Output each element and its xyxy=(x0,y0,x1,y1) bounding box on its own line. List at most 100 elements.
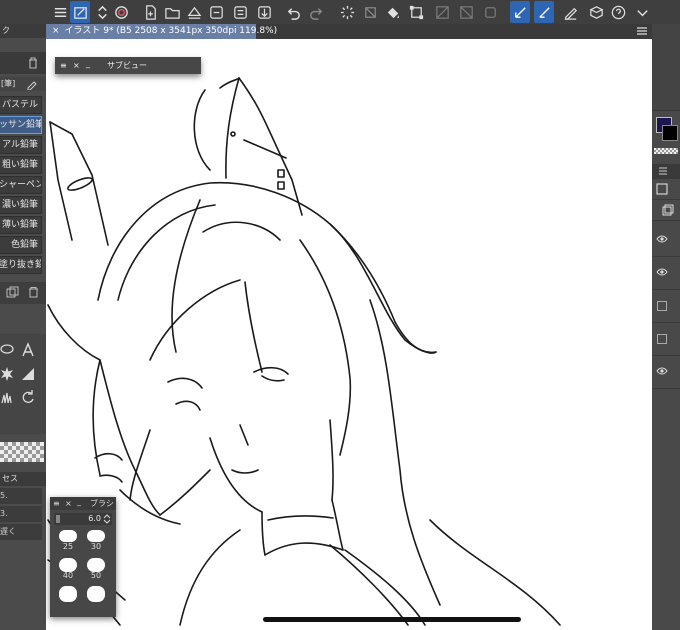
brush-size-slider-fill xyxy=(56,515,60,523)
tab-menu-icon[interactable] xyxy=(636,25,648,37)
open-folder-icon[interactable] xyxy=(162,1,182,23)
sub-tool-item[interactable]: 色鉛筆 xyxy=(0,236,42,254)
new-file-icon[interactable] xyxy=(140,1,160,23)
transparent-swatch[interactable] xyxy=(654,148,678,154)
loading-icon[interactable] xyxy=(337,1,357,23)
brush-size-title: ブラシ xyxy=(90,499,114,508)
ruler-tool-icon[interactable] xyxy=(510,1,530,23)
sub-tool-item[interactable]: アル鉛筆 xyxy=(0,136,42,154)
subview-menu-button[interactable]: ≡ xyxy=(60,57,67,74)
visibility-checkbox[interactable] xyxy=(657,334,667,344)
stop-icon[interactable] xyxy=(480,1,500,23)
brush-size-preset[interactable]: 60 xyxy=(54,586,82,613)
subview-minimize-button[interactable]: _ xyxy=(86,55,90,72)
right-panel xyxy=(652,24,680,630)
lasso-icon[interactable] xyxy=(0,342,14,358)
brush-size-dot xyxy=(87,530,105,542)
undo-icon[interactable] xyxy=(283,1,303,23)
layer-row[interactable] xyxy=(652,290,680,323)
collapse-icon[interactable] xyxy=(632,1,652,23)
layer-stack-icon[interactable] xyxy=(662,204,674,216)
sub-tool-header xyxy=(0,52,46,74)
layer-row[interactable] xyxy=(652,323,680,356)
reorder-icon[interactable] xyxy=(92,1,112,23)
stepper-icon[interactable] xyxy=(103,514,111,524)
visibility-checkbox[interactable] xyxy=(657,301,667,311)
burst-icon[interactable] xyxy=(0,366,14,382)
spiral-icon[interactable] xyxy=(111,1,131,23)
visibility-eye-icon[interactable] xyxy=(656,234,668,244)
pencil-tab-icon[interactable] xyxy=(26,78,38,90)
sub-tool-item[interactable]: 塗り抜き鉛筆 xyxy=(0,256,42,274)
sub-tool-item[interactable]: ッサン鉛筆 xyxy=(0,116,42,134)
gradient-tool-icon[interactable] xyxy=(20,366,36,382)
brush-size-dot xyxy=(87,586,105,602)
sub-tool-item[interactable]: 濃い鉛筆 xyxy=(0,196,42,214)
layer-row[interactable] xyxy=(652,224,680,257)
close-tab-button[interactable]: × xyxy=(52,26,60,36)
sub-tool-tabs: [筆] xyxy=(0,77,46,91)
document-tab-title: イラスト 9* (B5 2508 x 3541px 350dpi 119.8%) xyxy=(64,26,278,36)
delete-icon[interactable] xyxy=(27,286,40,299)
export-alt-icon[interactable] xyxy=(230,1,250,23)
menu-icon[interactable] xyxy=(50,1,70,23)
brush-size-menu-button[interactable]: ≡ xyxy=(53,497,60,510)
ruler-alt-icon[interactable] xyxy=(534,1,554,23)
sub-tool-item[interactable]: 薄い鉛筆 xyxy=(0,216,42,234)
property-row[interactable]: 遅く xyxy=(0,524,42,540)
sub-tool-tab-label[interactable]: [筆] xyxy=(1,77,15,91)
brush-size-dot xyxy=(59,530,77,542)
sub-tool-item[interactable]: パステル xyxy=(0,96,42,114)
subview-close-button[interactable]: × xyxy=(73,57,80,74)
brush-size-palette: ≡ × _ ブラシ 6.0 25 30 40 50 60 70 xyxy=(50,497,116,617)
brush-size-close-button[interactable]: × xyxy=(65,497,72,510)
document-tab[interactable]: × イラスト 9* (B5 2508 x 3541px 350dpi 119.8%… xyxy=(46,24,277,39)
visibility-eye-icon[interactable] xyxy=(656,267,668,277)
layer-row[interactable] xyxy=(652,356,680,389)
grass-brush-icon[interactable] xyxy=(0,389,14,405)
brush-size-preset[interactable]: 25 xyxy=(54,528,82,555)
fill-icon[interactable] xyxy=(383,1,403,23)
tool-property-header: セス xyxy=(0,472,46,486)
export-file-icon[interactable] xyxy=(254,1,274,23)
sub-tool-item[interactable]: 粗い鉛筆 xyxy=(0,156,42,174)
brush-size-preset[interactable]: 40 xyxy=(54,557,82,584)
text-tool-icon[interactable] xyxy=(20,342,36,358)
clear-icon[interactable] xyxy=(360,1,380,23)
property-value: 遅く xyxy=(0,527,16,536)
sketch-drawing xyxy=(47,77,561,626)
transparent-color-swatch[interactable] xyxy=(0,442,44,462)
trash-icon[interactable] xyxy=(26,56,40,70)
brush-size-preset[interactable]: 70 xyxy=(82,586,110,613)
brush-size-minimize-button[interactable]: _ xyxy=(77,495,81,508)
left-panel: ク [筆] パステル ッサン鉛筆 アル鉛筆 粗い鉛筆 シャーペン 濃い鉛筆 薄い鉛筆 色鉛筆塗… xyxy=(0,24,46,630)
rotate-icon[interactable] xyxy=(20,389,36,405)
transform-icon[interactable] xyxy=(406,1,426,23)
pen-tool-icon[interactable] xyxy=(560,1,580,23)
color-panel xyxy=(652,24,680,111)
redo-icon[interactable] xyxy=(306,1,326,23)
brush-size-label: 30 xyxy=(90,542,102,551)
subview-palette[interactable]: ≡ × _ サブビュー xyxy=(55,57,201,74)
no-selection-icon[interactable] xyxy=(432,1,452,23)
property-row[interactable]: 5. xyxy=(0,488,42,504)
property-row[interactable]: 3. xyxy=(0,506,42,522)
layer-box-icon[interactable] xyxy=(586,1,606,23)
duplicate-icon[interactable] xyxy=(6,286,19,299)
new-layer-icon[interactable] xyxy=(656,183,668,195)
command-bar xyxy=(0,0,680,24)
brush-size-preset[interactable]: 30 xyxy=(82,528,110,555)
brush-size-slider[interactable]: 6.0 xyxy=(54,513,112,525)
canvas-icon[interactable] xyxy=(70,1,90,23)
sub-tool-item[interactable]: シャーペン xyxy=(0,176,42,194)
brush-size-preset[interactable]: 50 xyxy=(82,557,110,584)
save-icon[interactable] xyxy=(184,1,204,23)
menu-icon[interactable] xyxy=(658,166,668,176)
selection-icon[interactable] xyxy=(456,1,476,23)
help-icon[interactable] xyxy=(608,1,628,23)
sub-color-swatch[interactable] xyxy=(662,125,678,141)
drawing-canvas[interactable] xyxy=(46,39,652,630)
export-icon[interactable] xyxy=(206,1,226,23)
visibility-eye-icon[interactable] xyxy=(656,366,668,376)
layer-row[interactable] xyxy=(652,257,680,290)
